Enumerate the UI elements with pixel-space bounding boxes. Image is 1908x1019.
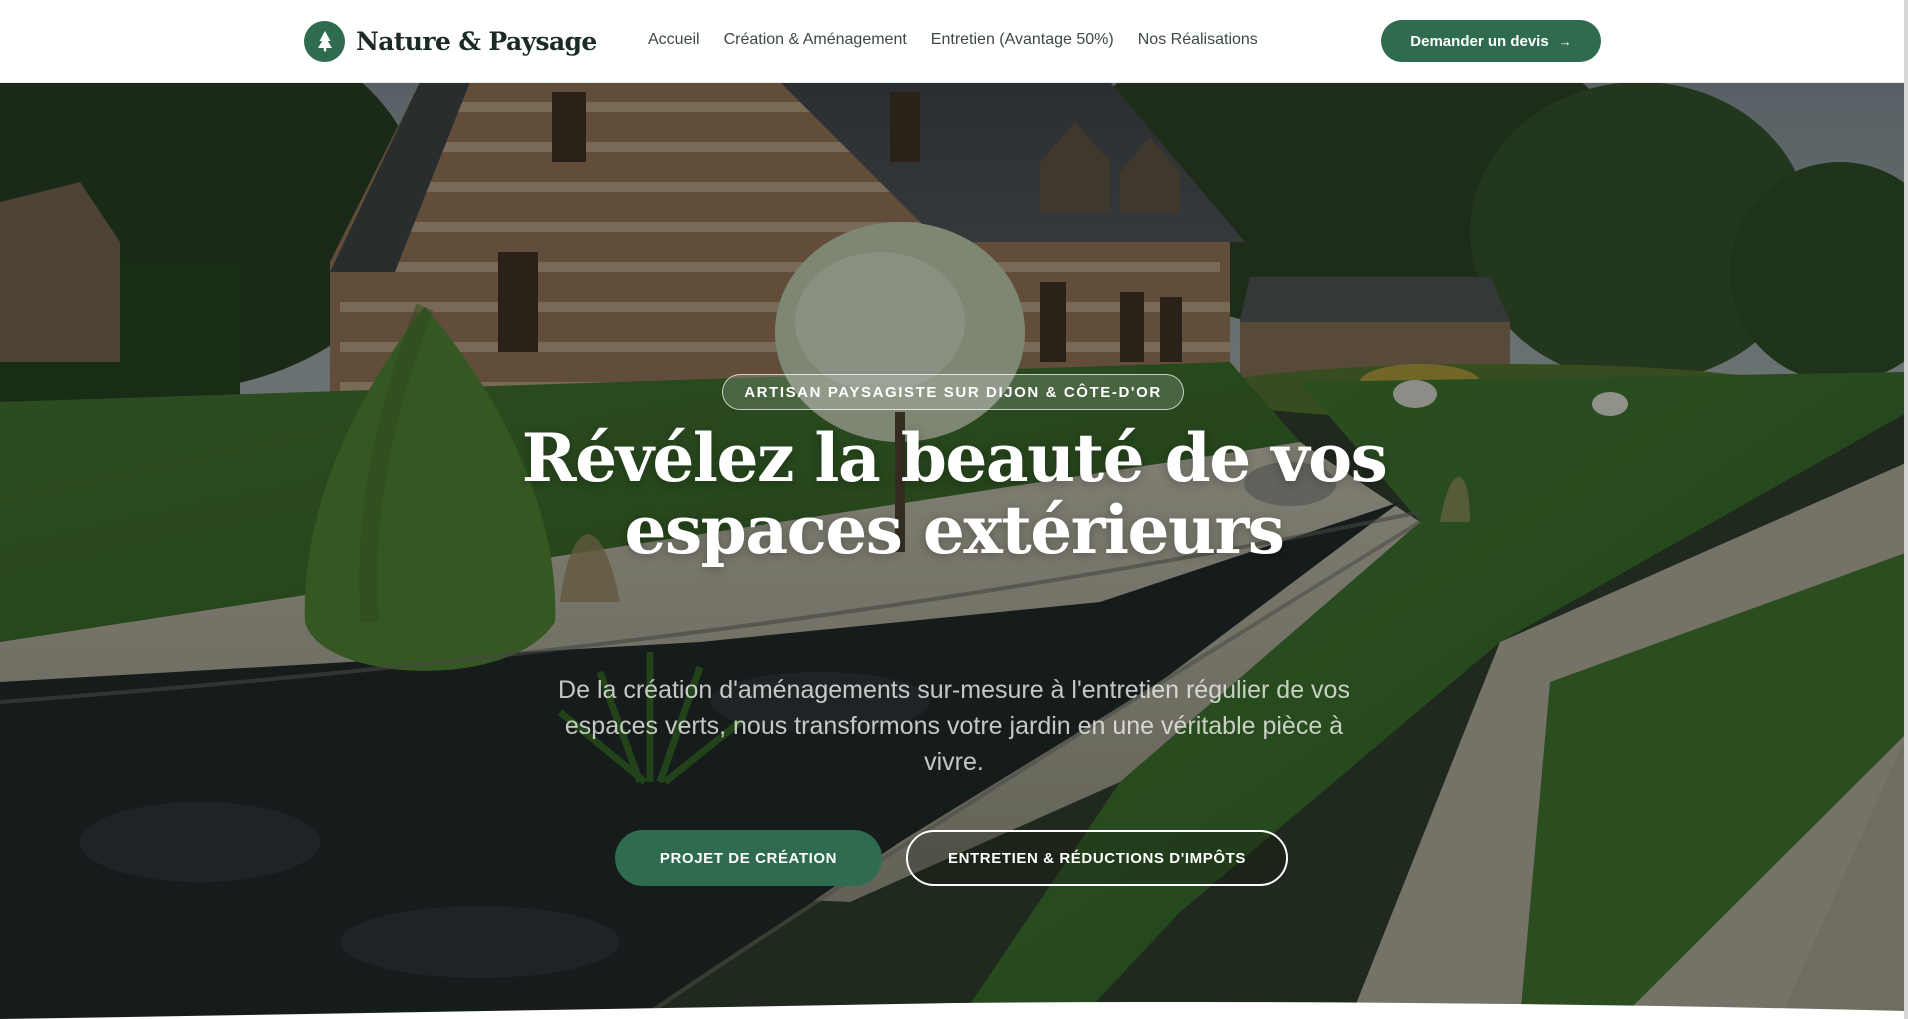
brand-name: Nature & Paysage <box>356 26 597 56</box>
hero-subtitle: De la création d'aménagements sur-mesure… <box>558 676 1350 776</box>
hero-section: ARTISAN PAYSAGISTE SUR DIJON & CÔTE-D'OR… <box>0 82 1908 1019</box>
nav-item-entretien[interactable]: Entretien (Avantage 50%) <box>931 28 1114 52</box>
hero-title-line-2: espaces extérieurs <box>624 491 1285 569</box>
pine-tree-icon <box>304 20 345 62</box>
hero-title: Révélez la beauté de vos espaces extérie… <box>454 422 1454 566</box>
page-scrollbar[interactable] <box>1904 0 1908 1019</box>
request-quote-label: Demander un devis <box>1410 32 1549 50</box>
hero-wave-divider <box>0 1002 1908 1019</box>
nav-item-creation[interactable]: Création & Aménagement <box>724 28 907 52</box>
nav-item-realisations[interactable]: Nos Réalisations <box>1138 28 1258 52</box>
nav-item-accueil[interactable]: Accueil <box>648 28 700 52</box>
hero-eyebrow-badge: ARTISAN PAYSAGISTE SUR DIJON & CÔTE-D'OR <box>722 374 1184 410</box>
creation-project-button[interactable]: PROJET DE CRÉATION <box>615 830 882 886</box>
brand-logo[interactable]: Nature & Paysage <box>304 20 597 62</box>
arrow-right-icon: → <box>1558 33 1572 49</box>
site-header: Nature & Paysage Accueil Création & Amén… <box>0 0 1908 83</box>
main-nav: Accueil Création & Aménagement Entretien… <box>648 28 1258 52</box>
request-quote-button[interactable]: Demander un devis → <box>1381 20 1601 62</box>
hero-title-line-1: Révélez la beauté de vos <box>521 419 1388 497</box>
maintenance-tax-button[interactable]: ENTRETIEN & RÉDUCTIONS D'IMPÔTS <box>906 830 1288 886</box>
